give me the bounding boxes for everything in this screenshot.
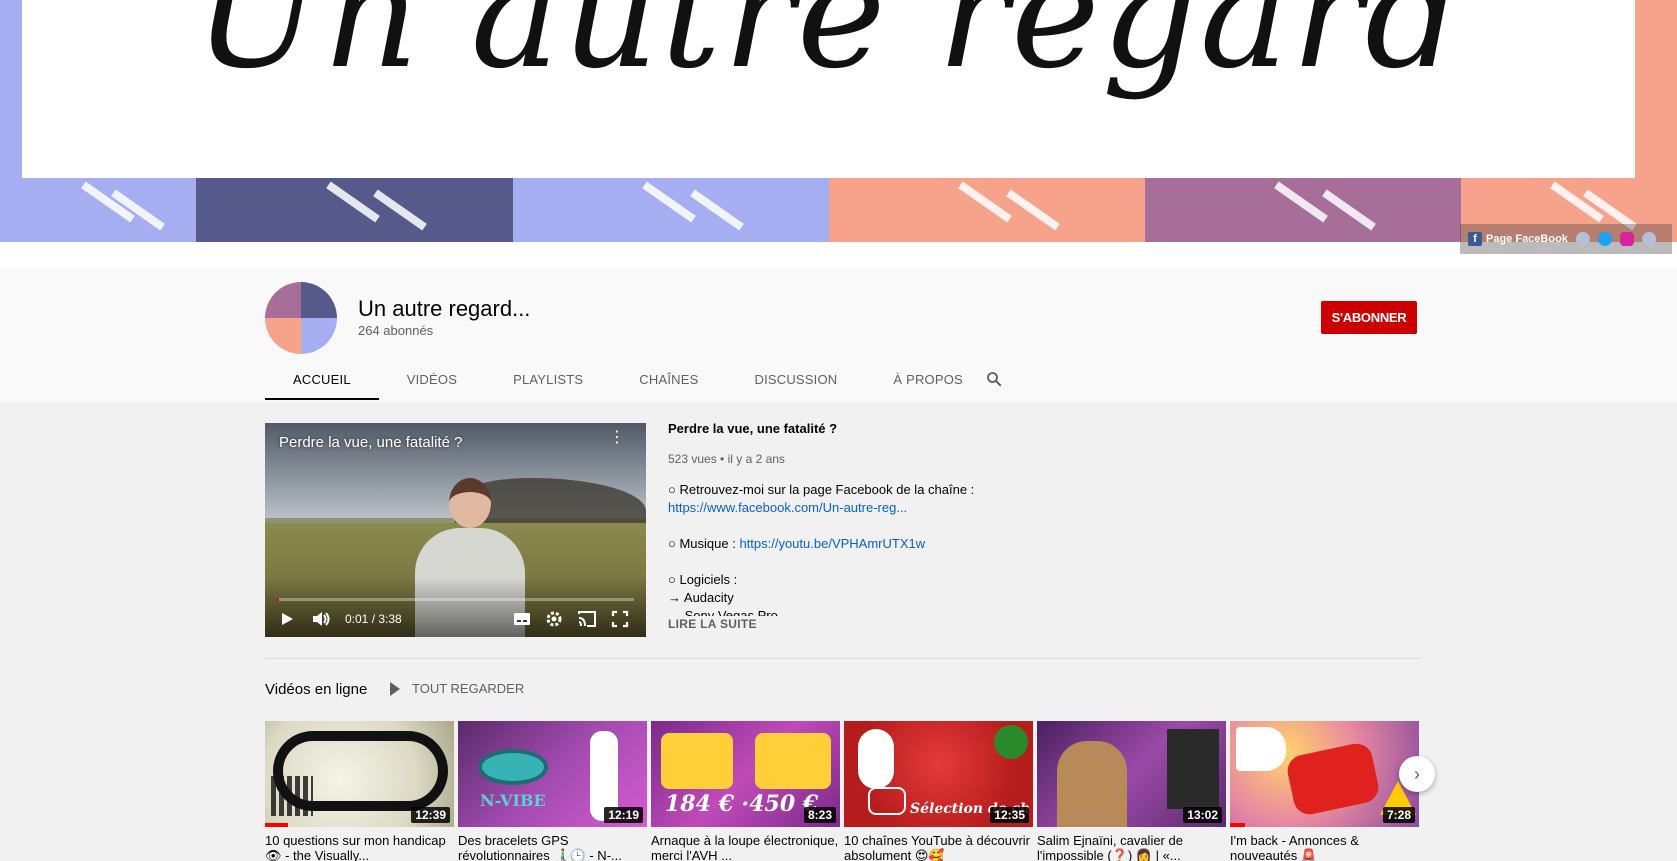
player-video-title[interactable]: Perdre la vue, une fatalité ?	[279, 434, 462, 451]
banner-stripe	[513, 178, 829, 242]
banner-title: Un autre regard	[194, 0, 1463, 102]
description-line: ○ Musique :	[668, 536, 740, 551]
subscriber-count: 264 abonnés	[358, 323, 434, 338]
play-icon	[390, 681, 400, 696]
read-more-link[interactable]: LIRE LA SUITE	[668, 617, 757, 631]
globe-icon[interactable]	[1641, 232, 1656, 246]
thumbnail-device	[755, 733, 831, 789]
social-links: f Page FaceBook	[1460, 224, 1672, 254]
video-card-title[interactable]: Des bracelets GPS révolutionnaires 👨‍🦯🕒 …	[458, 833, 647, 861]
tab-chaines[interactable]: CHAÎNES	[611, 360, 726, 400]
player-controls: 0:01 / 3:38	[265, 605, 646, 633]
video-thumbnail[interactable]: N-VIBE 12:19	[458, 721, 647, 827]
banner-card: Un autre regard	[22, 0, 1635, 178]
thumbnail-megaphone	[1236, 727, 1286, 771]
volume-icon[interactable]	[311, 610, 331, 628]
description-line: ○ Logiciels :	[668, 572, 738, 587]
fullscreen-icon[interactable]	[611, 610, 629, 628]
description-line: ○ Retrouvez-moi sur la page Facebook de …	[668, 482, 975, 497]
featured-video-player[interactable]: Perdre la vue, une fatalité ? ⋮ 0:01 / 3…	[265, 423, 646, 637]
video-duration: 7:28	[1382, 807, 1415, 823]
tab-videos[interactable]: VIDÉOS	[379, 360, 485, 400]
subscribe-button[interactable]: S'ABONNER	[1321, 301, 1417, 334]
banner-stripe	[829, 178, 1145, 242]
more-vert-icon[interactable]: ⋮	[609, 430, 625, 446]
thumbnail-snowman	[858, 729, 894, 789]
play-all-button[interactable]: TOUT REGARDER	[390, 681, 524, 696]
facebook-link-label: Page FaceBook	[1486, 233, 1568, 245]
featured-video-description: ○ Retrouvez-moi sur la page Facebook de …	[668, 481, 1008, 636]
facebook-link[interactable]: f Page FaceBook	[1468, 232, 1568, 246]
progress-bar-fill	[277, 598, 279, 601]
thumbnail-caption: 184 € ·450 €	[665, 791, 819, 817]
description-line: → Audacity	[668, 590, 734, 605]
twitter-icon[interactable]	[1597, 232, 1612, 246]
facebook-icon: f	[1468, 232, 1482, 246]
featured-video-info: Perdre la vue, une fatalité ? 523 vues •…	[668, 421, 1008, 616]
video-thumbnail[interactable]: 13:02	[1037, 721, 1226, 827]
thumbnail-book	[1167, 729, 1219, 809]
tab-playlists[interactable]: PLAYLISTS	[485, 360, 611, 400]
description-link[interactable]: https://youtu.be/VPHAmrUTX1w	[739, 536, 925, 551]
thumbnail-device	[661, 733, 733, 789]
thumbnail-play-outline	[868, 787, 906, 815]
search-icon[interactable]	[985, 370, 1003, 388]
thumbnail-horse	[1057, 741, 1127, 827]
video-duration: 12:35	[990, 807, 1029, 823]
play-icon[interactable]	[279, 611, 295, 627]
thumbnail-youtube-logo	[1284, 740, 1382, 818]
video-time: 0:01 / 3:38	[345, 612, 402, 626]
banner-stripe	[0, 178, 196, 242]
banner-gap	[0, 242, 1677, 267]
banner-stripes	[0, 178, 1677, 242]
banner-stripe	[196, 178, 513, 242]
thumbnail-holly	[994, 725, 1028, 759]
channel-tabs: ACCUEIL VIDÉOS PLAYLISTS CHAÎNES DISCUSS…	[265, 360, 991, 400]
video-thumbnail[interactable]: 12:39	[265, 721, 454, 827]
video-card-title[interactable]: Salim Ejnaïni, cavalier de l'impossible …	[1037, 833, 1226, 861]
description-link[interactable]: https://www.facebook.com/Un-autre-reg...	[668, 500, 907, 515]
video-duration: 13:02	[1183, 807, 1222, 823]
thumbnail-braille	[271, 776, 313, 816]
progress-bar[interactable]	[277, 598, 634, 601]
person-head	[449, 478, 491, 528]
video-duration: 12:19	[604, 807, 643, 823]
video-card-title[interactable]: I'm back - Annonces & nouveautés 🚨	[1230, 833, 1419, 861]
play-all-label: TOUT REGARDER	[412, 681, 525, 696]
channel-avatar[interactable]	[265, 282, 337, 354]
tab-accueil[interactable]: ACCUEIL	[265, 360, 379, 400]
channel-banner: Un autre regard f Page FaceBook	[0, 0, 1677, 267]
thumbnail-eye	[478, 749, 548, 785]
channel-name: Un autre regard...	[358, 296, 531, 321]
globe-icon[interactable]	[1575, 232, 1590, 246]
section-divider	[265, 658, 1421, 659]
shelf-next-arrow-icon[interactable]: ›	[1399, 756, 1435, 792]
video-card-title[interactable]: 10 chaînes YouTube à découvrir absolumen…	[844, 833, 1033, 861]
subtitles-icon[interactable]	[513, 611, 531, 627]
video-duration: 12:39	[411, 807, 450, 823]
tab-discussion[interactable]: DISCUSSION	[726, 360, 865, 400]
banner-left-strip	[0, 0, 22, 178]
video-duration: 8:23	[803, 807, 836, 823]
description-line: → Sony Vegas Pro	[668, 608, 778, 616]
featured-video-title[interactable]: Perdre la vue, une fatalité ?	[668, 421, 1008, 436]
instagram-icon[interactable]	[1619, 232, 1634, 246]
watched-progress	[1230, 823, 1246, 827]
video-card-title[interactable]: 10 questions sur mon handicap 👁 - the Vi…	[265, 833, 454, 861]
thumbnail-caption: N-VIBE	[480, 791, 546, 810]
video-thumbnail[interactable]: Sélection de ch 12:35	[844, 721, 1033, 827]
video-thumbnail[interactable]: 184 € ·450 € 8:23	[651, 721, 840, 827]
video-thumbnail[interactable]: 7:28	[1230, 721, 1419, 827]
banner-right-strip	[1635, 0, 1677, 178]
banner-stripe	[1145, 178, 1461, 242]
watched-progress	[265, 823, 288, 827]
settings-gear-icon[interactable]	[545, 610, 563, 628]
video-card-title[interactable]: Arnaque à la loupe électronique, merci l…	[651, 833, 840, 861]
featured-video-meta: 523 vues • il y a 2 ans	[668, 452, 785, 466]
shelf-title[interactable]: Vidéos en ligne	[265, 681, 367, 698]
tab-a-propos[interactable]: À PROPOS	[865, 360, 991, 400]
cast-icon[interactable]	[577, 610, 597, 628]
